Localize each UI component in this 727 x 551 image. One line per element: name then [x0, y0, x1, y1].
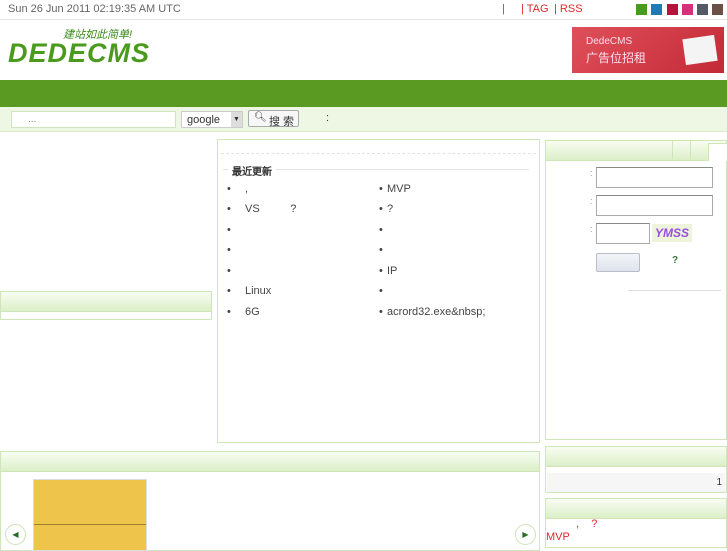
rss-link[interactable]: | RSS [554, 3, 583, 15]
gallery-thumbnail[interactable] [33, 479, 147, 551]
username-label: : [590, 168, 593, 178]
update-item-link[interactable]: acrord32.exe&nbsp; [387, 306, 485, 318]
search-input[interactable] [11, 111, 176, 128]
update-item-link[interactable]: MVP [387, 183, 411, 195]
gallery-panel: ◀ ▶ [0, 451, 540, 551]
section-heading: 最近更新 [228, 163, 276, 178]
update-item-link[interactable]: , [245, 183, 248, 195]
divider [628, 290, 721, 291]
engine-value: google [187, 114, 221, 126]
news-panel-header [546, 499, 726, 519]
engine-select[interactable]: google ▼ [181, 111, 243, 128]
login-panel-header [546, 141, 727, 161]
bullet-icon: • [379, 265, 383, 277]
bullet-icon: • [379, 183, 383, 195]
bullet-icon: • [379, 244, 383, 256]
logo[interactable]: 建站如此简单! DEDECMS [8, 26, 173, 70]
bullet-icon: • [227, 265, 231, 277]
password-input[interactable] [596, 195, 713, 216]
update-item-link[interactable]: VS ? [245, 203, 296, 215]
forgot-password-link[interactable]: ? [672, 255, 678, 266]
bullet-icon: • [379, 285, 383, 297]
username-input[interactable] [596, 167, 713, 188]
stats-panel-header [546, 447, 726, 467]
banner-figure-icon [682, 34, 718, 66]
stats-count: 1 [716, 477, 722, 488]
prev-arrow-icon[interactable]: ◀ [5, 524, 26, 545]
captcha-input[interactable] [596, 223, 650, 244]
theme-color-swatch[interactable] [636, 4, 647, 15]
theme-color-swatch[interactable] [697, 4, 708, 15]
search-icon: 🔍︎ [254, 112, 267, 123]
divider [221, 153, 536, 154]
left-panel-header [1, 292, 211, 312]
news-link-1[interactable]: , ? [576, 518, 597, 530]
stats-row: 1 [547, 473, 725, 492]
search-button[interactable]: 🔍︎ 搜 索 [248, 110, 299, 128]
bullet-icon: • [227, 224, 231, 236]
banner-line2: 广告位招租 [586, 51, 647, 65]
logo-text: DEDECMS [8, 38, 151, 68]
update-item-link[interactable]: Linux [245, 285, 271, 297]
gallery-panel-header [1, 452, 539, 472]
bullet-icon: • [227, 203, 231, 215]
banner-ad[interactable]: DedeCMS 广告位招租 [572, 27, 724, 73]
bullet-icon: • [227, 306, 231, 318]
latest-updates-panel: 最近更新 •, • VS ? • • • • Linux • 6G • MVP •? • • • IP • • acr… [217, 139, 540, 443]
thumb-divider [34, 524, 146, 525]
news-link-2[interactable]: MVP [546, 531, 570, 543]
bullet-icon: • [227, 285, 231, 297]
search-bar: google ▼ 🔍︎ 搜 索 : [0, 107, 727, 132]
login-button[interactable] [596, 253, 640, 272]
bullet-icon: • [379, 306, 383, 318]
search-button-label: 搜 索 [269, 116, 295, 128]
stats-panel: 1 [545, 446, 727, 493]
tab-1[interactable] [672, 141, 691, 159]
bullet-icon: • [379, 203, 383, 215]
bullet-icon: • [227, 183, 231, 195]
tag-link[interactable]: | TAG [521, 3, 549, 15]
banner-line1: DedeCMS [586, 36, 633, 47]
news-panel: , ? MVP [545, 498, 727, 548]
next-arrow-icon[interactable]: ▶ [515, 524, 536, 545]
bullet-icon: • [379, 224, 383, 236]
bullet-icon: • [227, 244, 231, 256]
nav-bar [0, 80, 727, 107]
password-label: : [590, 196, 593, 206]
captcha-label: : [590, 224, 593, 234]
login-panel: : : : YMSS ? [545, 140, 727, 440]
search-hint: : [326, 112, 330, 124]
tab-3-active[interactable] [708, 143, 727, 161]
top-bar: Sun 26 Jun 2011 02:19:35 AM UTC | | TAG … [0, 0, 727, 20]
theme-color-swatch[interactable] [682, 4, 693, 15]
captcha-image[interactable]: YMSS [652, 224, 692, 242]
theme-color-swatch[interactable] [712, 4, 723, 15]
separator: | [502, 3, 505, 15]
update-item-link[interactable]: IP [387, 265, 397, 277]
left-panel [0, 291, 212, 320]
chevron-down-icon: ▼ [231, 112, 242, 127]
tab-2[interactable] [690, 141, 709, 159]
theme-color-swatch[interactable] [667, 4, 678, 15]
update-item-link[interactable]: ? [387, 203, 393, 215]
datetime: Sun 26 Jun 2011 02:19:35 AM UTC [8, 3, 181, 15]
theme-color-swatch[interactable] [651, 4, 662, 15]
update-item-link[interactable]: 6G [245, 306, 260, 318]
